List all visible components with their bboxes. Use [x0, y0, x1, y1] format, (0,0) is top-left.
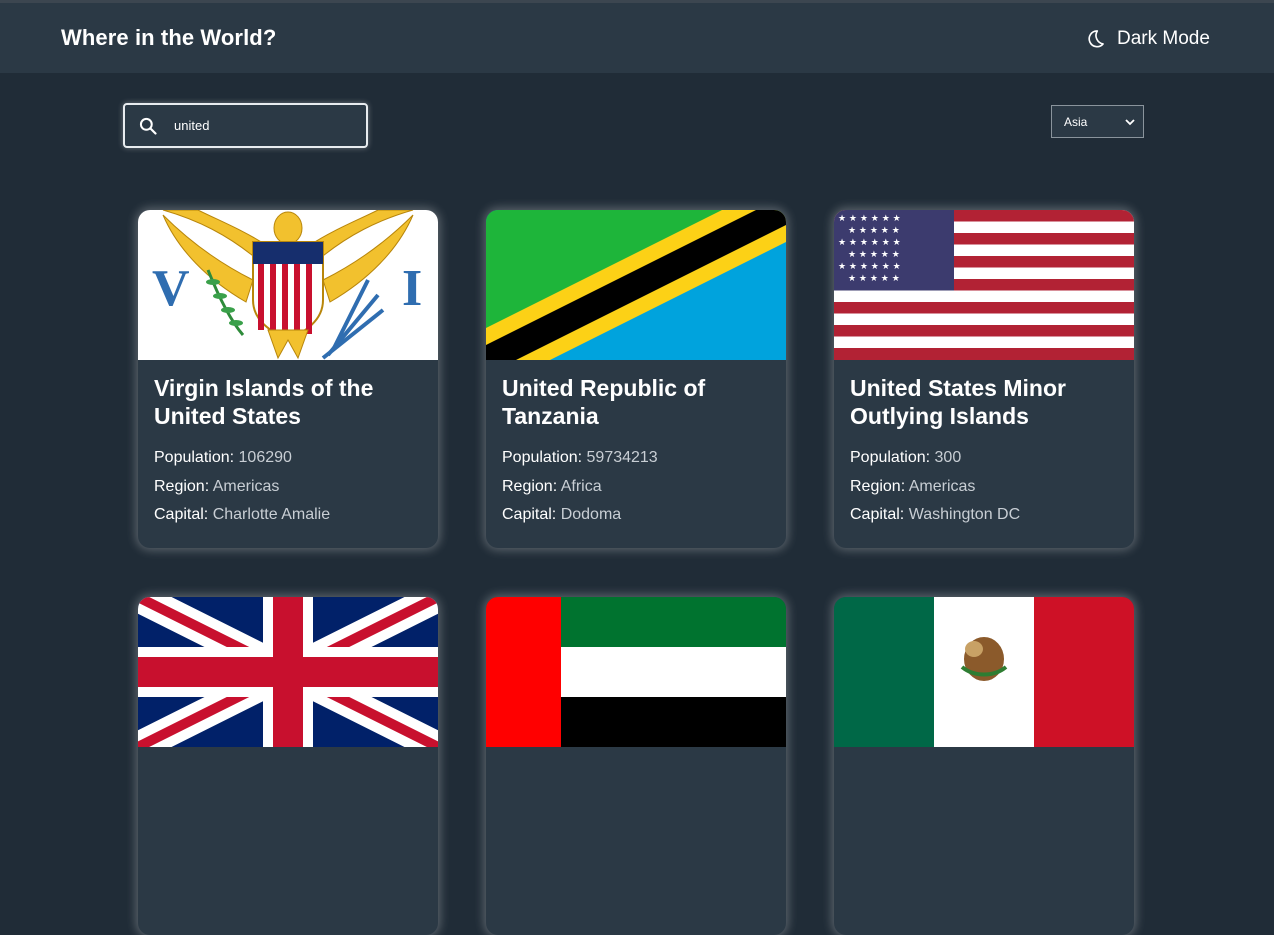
region-value: Americas: [212, 477, 280, 495]
country-card[interactable]: [834, 597, 1134, 935]
region-filter-value: Asia: [1064, 114, 1088, 129]
svg-text:I: I: [402, 260, 422, 317]
dark-mode-label: Dark Mode: [1117, 28, 1210, 49]
population-row: Population: 300: [850, 444, 1118, 473]
svg-text:★ ★ ★ ★ ★: ★ ★ ★ ★ ★: [848, 226, 900, 236]
app-title: Where in the World?: [61, 25, 277, 50]
country-card[interactable]: V I Virgin Islands of the United States …: [138, 210, 438, 548]
country-card[interactable]: [486, 597, 786, 935]
population-value: 106290: [238, 449, 292, 466]
tanzania-flag: [486, 210, 786, 360]
population-row: Population: 59734213: [502, 444, 770, 473]
country-card[interactable]: ★ ★ ★ ★ ★ ★ ★ ★ ★ ★ ★ ★ ★ ★ ★ ★ ★ ★ ★ ★ …: [834, 210, 1134, 548]
capital-value: Dodoma: [560, 506, 622, 523]
country-info: [138, 747, 438, 761]
country-info: United States Minor Outlying Islands Pop…: [834, 360, 1134, 530]
population-label: Population:: [154, 449, 235, 466]
capital-label: Capital:: [850, 506, 905, 523]
country-info: [486, 747, 786, 761]
capital-row: Capital: Washington DC: [850, 501, 1118, 530]
capital-row: Capital: Dodoma: [502, 501, 770, 530]
country-info: United Republic of Tanzania Population: …: [486, 360, 786, 530]
region-value: Americas: [908, 477, 976, 495]
country-info: Virgin Islands of the United States Popu…: [138, 360, 438, 530]
uae-flag: [486, 597, 786, 747]
mexico-flag: [834, 597, 1134, 747]
svg-text:★ ★ ★ ★ ★: ★ ★ ★ ★ ★: [848, 250, 900, 260]
app-header: Where in the World? Dark Mode: [0, 3, 1274, 73]
capital-row: Capital: Charlotte Amalie: [154, 501, 422, 530]
region-row: Region: Africa: [502, 473, 770, 502]
country-card[interactable]: United Republic of Tanzania Population: …: [486, 210, 786, 548]
region-row: Region: Americas: [850, 473, 1118, 502]
svg-text:★ ★ ★ ★ ★ ★: ★ ★ ★ ★ ★ ★: [838, 214, 901, 224]
region-label: Region:: [502, 477, 558, 495]
region-filter-select[interactable]: Asia: [1051, 105, 1144, 138]
capital-value: Washington DC: [908, 506, 1021, 523]
country-name: Virgin Islands of the United States: [154, 375, 374, 429]
svg-text:★ ★ ★ ★ ★: ★ ★ ★ ★ ★: [848, 274, 900, 284]
region-label: Region:: [850, 477, 906, 495]
country-name: United States Minor Outlying Islands: [850, 375, 1066, 429]
svg-text:V: V: [152, 260, 190, 317]
dark-mode-toggle[interactable]: Dark Mode: [1084, 25, 1210, 53]
country-card[interactable]: [138, 597, 438, 935]
search-icon: [139, 117, 157, 135]
country-name: United Republic of Tanzania: [502, 375, 706, 429]
svg-text:★ ★ ★ ★ ★ ★: ★ ★ ★ ★ ★ ★: [838, 238, 901, 248]
country-info: [834, 747, 1134, 761]
us-flag: ★ ★ ★ ★ ★ ★ ★ ★ ★ ★ ★ ★ ★ ★ ★ ★ ★ ★ ★ ★ …: [834, 210, 1134, 360]
search-box[interactable]: [123, 103, 368, 148]
capital-label: Capital:: [154, 506, 209, 523]
population-label: Population:: [850, 449, 931, 466]
population-value: 59734213: [586, 449, 658, 466]
united-kingdom-flag: [138, 597, 438, 747]
region-value: Africa: [560, 477, 602, 495]
region-label: Region:: [154, 477, 210, 495]
population-row: Population: 106290: [154, 444, 422, 473]
chevron-down-icon: [1125, 115, 1135, 129]
us-virgin-islands-flag: V I: [138, 210, 438, 360]
population-label: Population:: [502, 449, 583, 466]
svg-text:★ ★ ★ ★ ★ ★: ★ ★ ★ ★ ★ ★: [838, 262, 901, 272]
population-value: 300: [934, 449, 962, 466]
search-input[interactable]: [174, 118, 354, 133]
moon-icon: [1088, 30, 1104, 48]
region-row: Region: Americas: [154, 473, 422, 502]
capital-label: Capital:: [502, 506, 557, 523]
capital-value: Charlotte Amalie: [212, 506, 331, 523]
